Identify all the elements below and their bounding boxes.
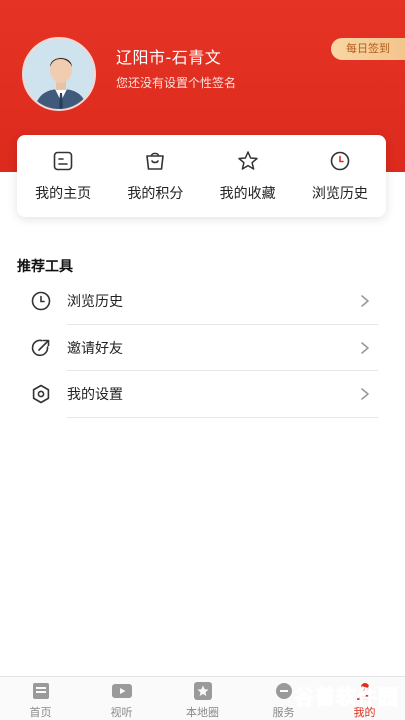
quick-action-label: 我的积分 bbox=[127, 186, 184, 202]
quick-action-label: 我的主页 bbox=[35, 186, 92, 202]
homepage-icon bbox=[53, 151, 73, 171]
tab-local[interactable]: 本地圈 bbox=[168, 677, 238, 720]
signature-text[interactable]: 您还没有设置个性签名 bbox=[116, 74, 236, 91]
watermark-logo: 谷普软件园 bbox=[294, 685, 399, 710]
tools-section-title: 推荐工具 bbox=[17, 259, 73, 275]
quick-action-points[interactable]: 我的积分 bbox=[110, 149, 200, 203]
video-icon bbox=[111, 684, 132, 698]
chevron-right-icon bbox=[361, 341, 369, 354]
chevron-right-icon bbox=[361, 388, 369, 401]
menu-item-label: 邀请好友 bbox=[67, 340, 123, 357]
menu-item-history[interactable]: 浏览历史 bbox=[0, 278, 405, 325]
tab-label: 视听 bbox=[110, 706, 133, 719]
menu-item-settings[interactable]: 我的设置 bbox=[0, 371, 405, 418]
divider bbox=[67, 416, 378, 418]
tab-video[interactable]: 视听 bbox=[87, 677, 157, 720]
quick-action-label: 我的收藏 bbox=[219, 186, 276, 202]
quick-action-favorites[interactable]: 我的收藏 bbox=[203, 149, 293, 203]
quick-actions-card: 我的主页 我的积分 我的收藏 浏览历史 bbox=[17, 135, 386, 217]
star-icon bbox=[237, 151, 258, 170]
quick-action-label: 浏览历史 bbox=[311, 186, 368, 202]
menu-item-label: 我的设置 bbox=[67, 387, 123, 404]
menu-item-label: 浏览历史 bbox=[67, 294, 123, 311]
tools-list: 浏览历史 邀请好友 我的设置 bbox=[0, 278, 405, 418]
news-icon bbox=[32, 683, 49, 699]
tab-label: 首页 bbox=[29, 706, 52, 719]
clock-icon bbox=[330, 151, 350, 171]
clock-icon bbox=[31, 291, 51, 311]
username[interactable]: 辽阳市-石青文 bbox=[116, 44, 221, 68]
chevron-right-icon bbox=[361, 295, 369, 308]
quick-action-history[interactable]: 浏览历史 bbox=[295, 149, 385, 203]
menu-item-invite[interactable]: 邀请好友 bbox=[0, 325, 405, 371]
tab-label: 本地圈 bbox=[186, 706, 219, 719]
tab-home[interactable]: 首页 bbox=[6, 677, 76, 720]
quick-action-homepage[interactable]: 我的主页 bbox=[18, 149, 108, 203]
daily-checkin-button[interactable]: 每日签到 bbox=[331, 38, 405, 60]
points-bag-icon bbox=[146, 152, 165, 170]
avatar[interactable] bbox=[22, 37, 96, 111]
settings-icon bbox=[32, 384, 50, 404]
avatar-portrait-icon bbox=[24, 39, 94, 109]
share-icon bbox=[31, 339, 50, 356]
star-badge-icon bbox=[193, 682, 212, 700]
